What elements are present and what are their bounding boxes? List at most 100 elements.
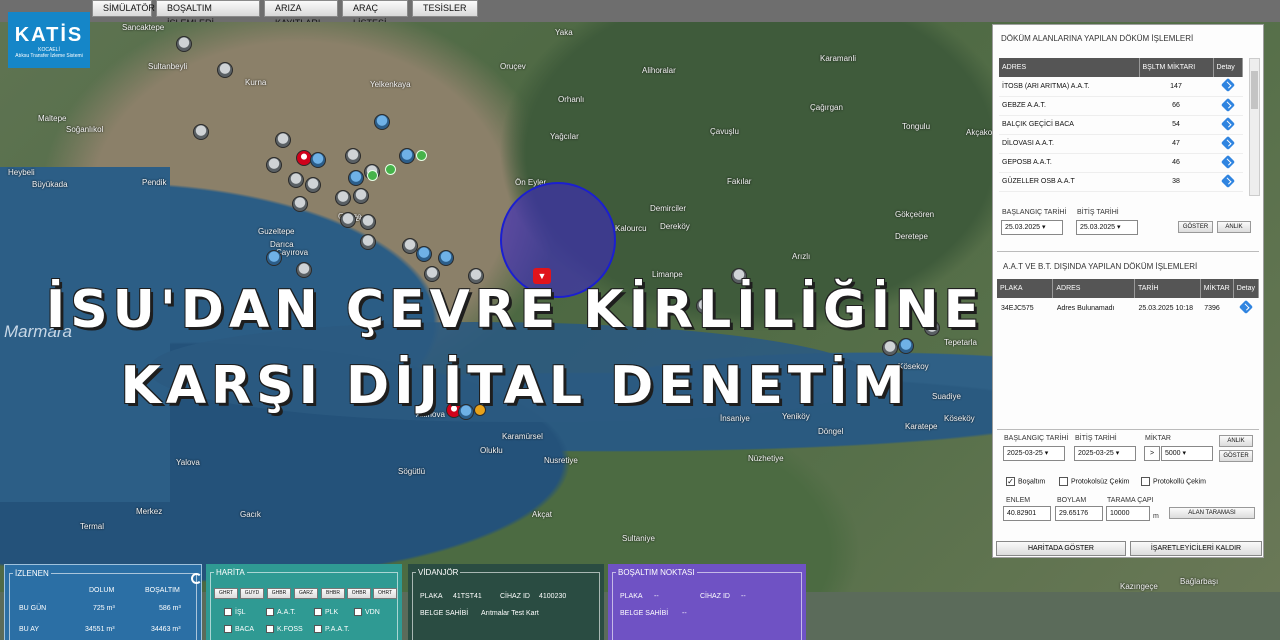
belge-sahibi-value: Arıtmalar Test Kart: [481, 610, 539, 617]
layer-button-ohbr[interactable]: OHBR: [347, 588, 371, 599]
end-date-input[interactable]: 25.03.2025 ▾: [1076, 220, 1138, 235]
vehicle-icon[interactable]: [360, 234, 376, 250]
menu-arac-listesi[interactable]: ARAÇ LİSTESİ: [342, 0, 408, 28]
detail-icon[interactable]: [1220, 78, 1235, 93]
table-scrollbar[interactable]: [1249, 58, 1260, 196]
vehicle-icon[interactable]: [340, 212, 356, 228]
vehicle-icon[interactable]: [399, 148, 415, 164]
menu-bosaltim-islemleri[interactable]: BOŞALTIM İŞLEMLERİ: [156, 0, 260, 28]
section-divider: [997, 429, 1259, 430]
detail-icon[interactable]: [1220, 173, 1235, 188]
vehicle-icon[interactable]: [374, 114, 390, 130]
vehicle-icon[interactable]: [348, 170, 364, 186]
layer-checkbox-paat[interactable]: P.A.A.T.: [314, 625, 349, 633]
station-icon[interactable]: [385, 164, 396, 175]
bosaltim-title: BOŞALTIM NOKTASI: [616, 568, 697, 577]
map-label: Sancaktepe: [122, 23, 165, 32]
layer-checkbox-plk[interactable]: PLK: [314, 608, 338, 616]
alan-taramasi-button[interactable]: ALAN TARAMASI: [1169, 507, 1255, 519]
layer-button-guyd[interactable]: GUYD: [240, 588, 264, 599]
checkbox-icon[interactable]: ✓: [354, 608, 362, 617]
table-row[interactable]: BALÇIK GEÇİCİ BACA 54: [999, 115, 1243, 135]
station-icon[interactable]: [367, 170, 378, 181]
layer-checkbox-vdn[interactable]: ✓ VDN: [354, 608, 380, 617]
filter-end-date-input[interactable]: 2025-03-25 ▾: [1074, 446, 1136, 461]
vehicle-icon[interactable]: [360, 214, 376, 230]
checkbox-icon[interactable]: [1141, 477, 1150, 486]
vehicle-icon[interactable]: [217, 62, 233, 78]
checkbox-icon[interactable]: [314, 625, 322, 633]
vehicle-icon[interactable]: [438, 250, 454, 266]
table-row[interactable]: GEBZE A.A.T. 66: [999, 96, 1243, 116]
layer-checkbox-baca[interactable]: BACA: [224, 625, 254, 633]
protokollu-checkbox[interactable]: Protokollü Çekim: [1141, 477, 1206, 486]
col-header-adres: ADRES: [999, 58, 1140, 77]
filter-goster-button[interactable]: GÖSTER: [1219, 450, 1253, 462]
table-row[interactable]: DİLOVASI A.A.T. 47: [999, 134, 1243, 154]
menu-simulator[interactable]: SİMÜLATÖR: [92, 0, 155, 17]
tarama-capi-input[interactable]: 10000: [1106, 506, 1150, 521]
menu-tesisler[interactable]: TESİSLER: [412, 0, 478, 17]
vehicle-icon[interactable]: [193, 124, 209, 140]
vehicle-icon[interactable]: [416, 246, 432, 262]
station-icon[interactable]: [416, 150, 427, 161]
map-label: Dereköy: [660, 222, 690, 231]
vehicle-icon[interactable]: [266, 157, 282, 173]
table-row[interactable]: GEPOSB A.A.T. 46: [999, 153, 1243, 173]
goster-button[interactable]: GÖSTER: [1178, 221, 1213, 233]
miktar-select[interactable]: 5000 ▾: [1161, 446, 1213, 461]
table-row[interactable]: İTOSB (ARI ARITMA) A.A.T. 147: [999, 77, 1243, 97]
bugun-label: BU GÜN: [19, 605, 47, 612]
layer-checkbox-aat[interactable]: A.A.T.: [266, 608, 296, 616]
detail-icon[interactable]: [1238, 299, 1253, 315]
checkbox-icon[interactable]: ✓: [1006, 477, 1015, 486]
boylam-input[interactable]: 29.65176: [1055, 506, 1103, 521]
scrollbar-thumb[interactable]: [1251, 71, 1258, 109]
layer-button-ghrt[interactable]: GHRT: [214, 588, 238, 599]
detail-icon[interactable]: [1220, 135, 1235, 150]
refresh-icon[interactable]: [191, 573, 202, 584]
vehicle-icon[interactable]: [292, 196, 308, 212]
layer-checkbox-isl[interactable]: İŞL: [224, 608, 246, 616]
checkbox-icon[interactable]: [1059, 477, 1068, 486]
operator-select[interactable]: >: [1144, 446, 1160, 461]
vehicle-icon[interactable]: [335, 190, 351, 206]
main-menu: SİMÜLATÖR BOŞALTIM İŞLEMLERİ ARIZA KAYIT…: [92, 0, 478, 28]
vehicle-icon[interactable]: [353, 188, 369, 204]
haritada-goster-button[interactable]: HARİTADA GÖSTER: [996, 541, 1126, 556]
detail-icon[interactable]: [1220, 154, 1235, 169]
vehicle-icon[interactable]: [305, 177, 321, 193]
checkbox-icon[interactable]: [266, 608, 274, 616]
anlik-button[interactable]: ANLIK: [1217, 221, 1251, 233]
vehicle-icon[interactable]: [310, 152, 326, 168]
filter-anlik-button[interactable]: ANLIK: [1219, 435, 1253, 447]
layer-button-ghbr[interactable]: GHBR: [267, 588, 291, 599]
layer-button-ohrt[interactable]: OHRT: [373, 588, 397, 599]
vehicle-icon[interactable]: [176, 36, 192, 52]
detail-icon[interactable]: [1220, 97, 1235, 112]
vehicle-icon[interactable]: [345, 148, 361, 164]
menu-ariza-kayitlari[interactable]: ARIZA KAYITLARI: [264, 0, 338, 28]
checkbox-icon[interactable]: [314, 608, 322, 616]
start-date-label: BAŞLANGIÇ TARİHİ: [1002, 209, 1067, 216]
detail-icon[interactable]: [1220, 116, 1235, 131]
checkbox-icon[interactable]: [224, 625, 232, 633]
enlem-input[interactable]: 40.82901: [1003, 506, 1051, 521]
headline-overlay: İSU'DAN ÇEVRE KİRLİLİĞİNE KARŞI DİJİTAL …: [0, 272, 1030, 424]
table-row[interactable]: 34EJC575 Adres Bulunamadı 25.03.2025 10:…: [997, 298, 1259, 318]
table-row[interactable]: GÜZELLER OSB A.A.T 38: [999, 172, 1243, 192]
layer-button-bhbr[interactable]: BHBR: [321, 588, 345, 599]
vehicle-icon[interactable]: [275, 132, 291, 148]
layer-checkbox-kfoss[interactable]: K.FOSS: [266, 625, 303, 633]
vehicle-icon[interactable]: [288, 172, 304, 188]
checkbox-icon[interactable]: [224, 608, 232, 616]
start-date-input[interactable]: 25.03.2025 ▾: [1001, 220, 1063, 235]
isaretleyicileri-kaldir-button[interactable]: İŞARETLEYİCİLERİ KALDIR: [1130, 541, 1262, 556]
protokolsuz-checkbox[interactable]: Protokolsüz Çekim: [1059, 477, 1129, 486]
vidanjor-widget: VİDANJÖR PLAKA 41TST41 CİHAZ ID 4100230 …: [408, 564, 604, 640]
filter-start-date-input[interactable]: 2025-03-25 ▾: [1003, 446, 1065, 461]
layer-button-garz[interactable]: GARZ: [294, 588, 318, 599]
checkbox-icon[interactable]: [266, 625, 274, 633]
bosaltim-checkbox[interactable]: ✓ Boşaltım: [1006, 477, 1045, 486]
vehicle-icon[interactable]: [266, 250, 282, 266]
